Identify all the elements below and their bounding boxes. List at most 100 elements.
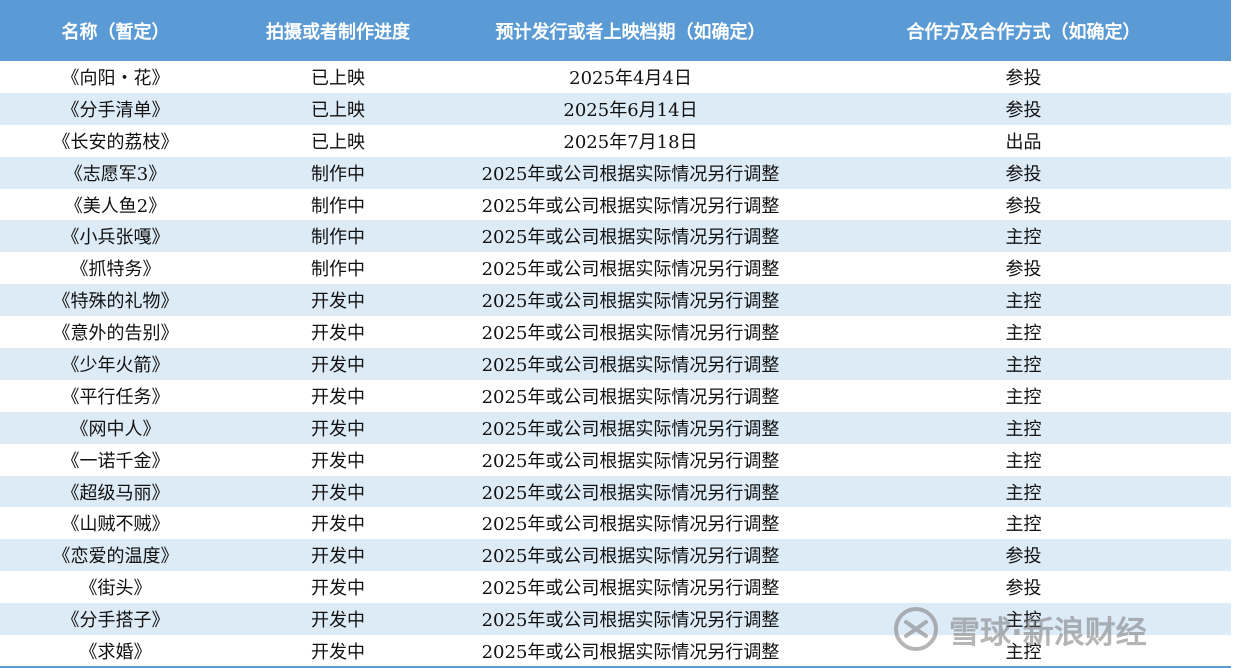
cell-release-date: 2025年或公司根据实际情况另行调整 [445, 507, 816, 540]
cell-partnership: 主控 [816, 635, 1231, 667]
header-partnership: 合作方及合作方式（如确定） [816, 0, 1231, 61]
cell-progress: 开发中 [231, 411, 445, 444]
cell-title: 《分手搭子》 [0, 603, 231, 636]
table-row: 《分手清单》 已上映 2025年6月14日 参投 [0, 92, 1231, 125]
cell-release-date: 2025年或公司根据实际情况另行调整 [445, 284, 816, 317]
cell-progress: 开发中 [231, 539, 445, 572]
header-progress: 拍摄或者制作进度 [231, 0, 445, 61]
cell-partnership: 主控 [816, 379, 1231, 412]
cell-release-date: 2025年或公司根据实际情况另行调整 [445, 411, 816, 444]
cell-progress: 开发中 [231, 316, 445, 349]
cell-partnership: 参投 [816, 188, 1231, 221]
cell-release-date: 2025年或公司根据实际情况另行调整 [445, 603, 816, 636]
cell-partnership: 主控 [816, 507, 1231, 540]
cell-title: 《平行任务》 [0, 379, 231, 412]
cell-release-date: 2025年6月14日 [445, 92, 816, 125]
table-row: 《山贼不贼》 开发中 2025年或公司根据实际情况另行调整 主控 [0, 507, 1231, 540]
cell-progress: 制作中 [231, 188, 445, 221]
cell-partnership: 参投 [816, 539, 1231, 572]
table-row: 《抓特务》 制作中 2025年或公司根据实际情况另行调整 参投 [0, 252, 1231, 285]
cell-partnership: 主控 [816, 316, 1231, 349]
cell-progress: 开发中 [231, 284, 445, 317]
cell-progress: 已上映 [231, 124, 445, 157]
cell-partnership: 参投 [816, 61, 1231, 93]
cell-partnership: 主控 [816, 411, 1231, 444]
cell-title: 《网中人》 [0, 411, 231, 444]
cell-partnership: 主控 [816, 284, 1231, 317]
cell-title: 《志愿军3》 [0, 156, 231, 189]
table-row: 《分手搭子》 开发中 2025年或公司根据实际情况另行调整 主控 [0, 603, 1231, 636]
cell-title: 《山贼不贼》 [0, 507, 231, 540]
cell-progress: 开发中 [231, 635, 445, 667]
cell-release-date: 2025年或公司根据实际情况另行调整 [445, 348, 816, 380]
table-row: 《一诺千金》 开发中 2025年或公司根据实际情况另行调整 主控 [0, 443, 1231, 476]
cell-release-date: 2025年或公司根据实际情况另行调整 [445, 188, 816, 221]
cell-partnership: 主控 [816, 475, 1231, 508]
cell-title: 《超级马丽》 [0, 475, 231, 508]
cell-partnership: 主控 [816, 348, 1231, 380]
cell-release-date: 2025年7月18日 [445, 124, 816, 157]
cell-title: 《意外的告别》 [0, 316, 231, 349]
cell-title: 《小兵张嘎》 [0, 220, 231, 253]
table-body: 《向阳・花》 已上映 2025年4月4日 参投 《分手清单》 已上映 2025年6月14日参… [0, 61, 1231, 667]
table-row: 《街头》 开发中 2025年或公司根据实际情况另行调整 参投 [0, 571, 1231, 604]
table-row: 《恋爱的温度》 开发中 2025年或公司根据实际情况另行调整 参投 [0, 539, 1231, 572]
cell-title: 《特殊的礼物》 [0, 284, 231, 317]
cell-partnership: 参投 [816, 92, 1231, 125]
header-row: 名称（暂定） 拍摄或者制作进度 预计发行或者上映档期（如确定） 合作方及合作方式… [0, 0, 1231, 61]
cell-title: 《恋爱的温度》 [0, 539, 231, 572]
cell-progress: 制作中 [231, 252, 445, 285]
cell-release-date: 2025年或公司根据实际情况另行调整 [445, 156, 816, 189]
table-row: 《少年火箭》 开发中 2025年或公司根据实际情况另行调整 主控 [0, 348, 1231, 380]
cell-release-date: 2025年或公司根据实际情况另行调整 [445, 443, 816, 476]
cell-release-date: 2025年或公司根据实际情况另行调整 [445, 220, 816, 253]
cell-progress: 开发中 [231, 475, 445, 508]
cell-progress: 制作中 [231, 156, 445, 189]
cell-release-date: 2025年或公司根据实际情况另行调整 [445, 571, 816, 604]
cell-title: 《长安的荔枝》 [0, 124, 231, 157]
cell-title: 《美人鱼2》 [0, 188, 231, 221]
cell-title: 《少年火箭》 [0, 348, 231, 380]
cell-title: 《分手清单》 [0, 92, 231, 125]
table-header: 名称（暂定） 拍摄或者制作进度 预计发行或者上映档期（如确定） 合作方及合作方式… [0, 0, 1231, 61]
table-row: 《平行任务》 开发中 2025年或公司根据实际情况另行调整 主控 [0, 379, 1231, 412]
cell-title: 《一诺千金》 [0, 443, 231, 476]
cell-progress: 制作中 [231, 220, 445, 253]
table-row: 《网中人》 开发中 2025年或公司根据实际情况另行调整 主控 [0, 411, 1231, 444]
table-row: 《美人鱼2》 制作中 2025年或公司根据实际情况另行调整 参投 [0, 188, 1231, 221]
cell-progress: 开发中 [231, 443, 445, 476]
cell-progress: 开发中 [231, 348, 445, 380]
cell-partnership: 参投 [816, 571, 1231, 604]
cell-partnership: 主控 [816, 220, 1231, 253]
cell-release-date: 2025年或公司根据实际情况另行调整 [445, 252, 816, 285]
cell-title: 《向阳・花》 [0, 61, 231, 93]
table-row: 《志愿军3》 制作中 2025年或公司根据实际情况另行调整 参投 [0, 156, 1231, 189]
cell-release-date: 2025年或公司根据实际情况另行调整 [445, 539, 816, 572]
cell-partnership: 参投 [816, 156, 1231, 189]
cell-progress: 已上映 [231, 61, 445, 93]
cell-release-date: 2025年或公司根据实际情况另行调整 [445, 379, 816, 412]
cell-partnership: 主控 [816, 603, 1231, 636]
film-schedule-table: 名称（暂定） 拍摄或者制作进度 预计发行或者上映档期（如确定） 合作方及合作方式… [0, 0, 1231, 667]
table-row: 《意外的告别》 开发中 2025年或公司根据实际情况另行调整 主控 [0, 316, 1231, 349]
cell-progress: 开发中 [231, 379, 445, 412]
cell-progress: 开发中 [231, 507, 445, 540]
cell-title: 《求婚》 [0, 635, 231, 667]
cell-release-date: 2025年或公司根据实际情况另行调整 [445, 316, 816, 349]
cell-release-date: 2025年4月4日 [445, 61, 816, 93]
cell-release-date: 2025年或公司根据实际情况另行调整 [445, 475, 816, 508]
table-row: 《长安的荔枝》 已上映 2025年7月18日 出品 [0, 124, 1231, 157]
cell-partnership: 参投 [816, 252, 1231, 285]
cell-title: 《街头》 [0, 571, 231, 604]
cell-progress: 开发中 [231, 571, 445, 604]
header-title: 名称（暂定） [0, 0, 231, 61]
table-row: 《小兵张嘎》 制作中 2025年或公司根据实际情况另行调整 主控 [0, 220, 1231, 253]
cell-progress: 已上映 [231, 92, 445, 125]
cell-partnership: 出品 [816, 124, 1231, 157]
cell-partnership: 主控 [816, 443, 1231, 476]
cell-release-date: 2025年或公司根据实际情况另行调整 [445, 635, 816, 667]
table-row: 《求婚》 开发中 2025年或公司根据实际情况另行调整 主控 [0, 635, 1231, 667]
table-row: 《特殊的礼物》 开发中 2025年或公司根据实际情况另行调整 主控 [0, 284, 1231, 317]
cell-title: 《抓特务》 [0, 252, 231, 285]
table-row: 《超级马丽》 开发中 2025年或公司根据实际情况另行调整 主控 [0, 475, 1231, 508]
